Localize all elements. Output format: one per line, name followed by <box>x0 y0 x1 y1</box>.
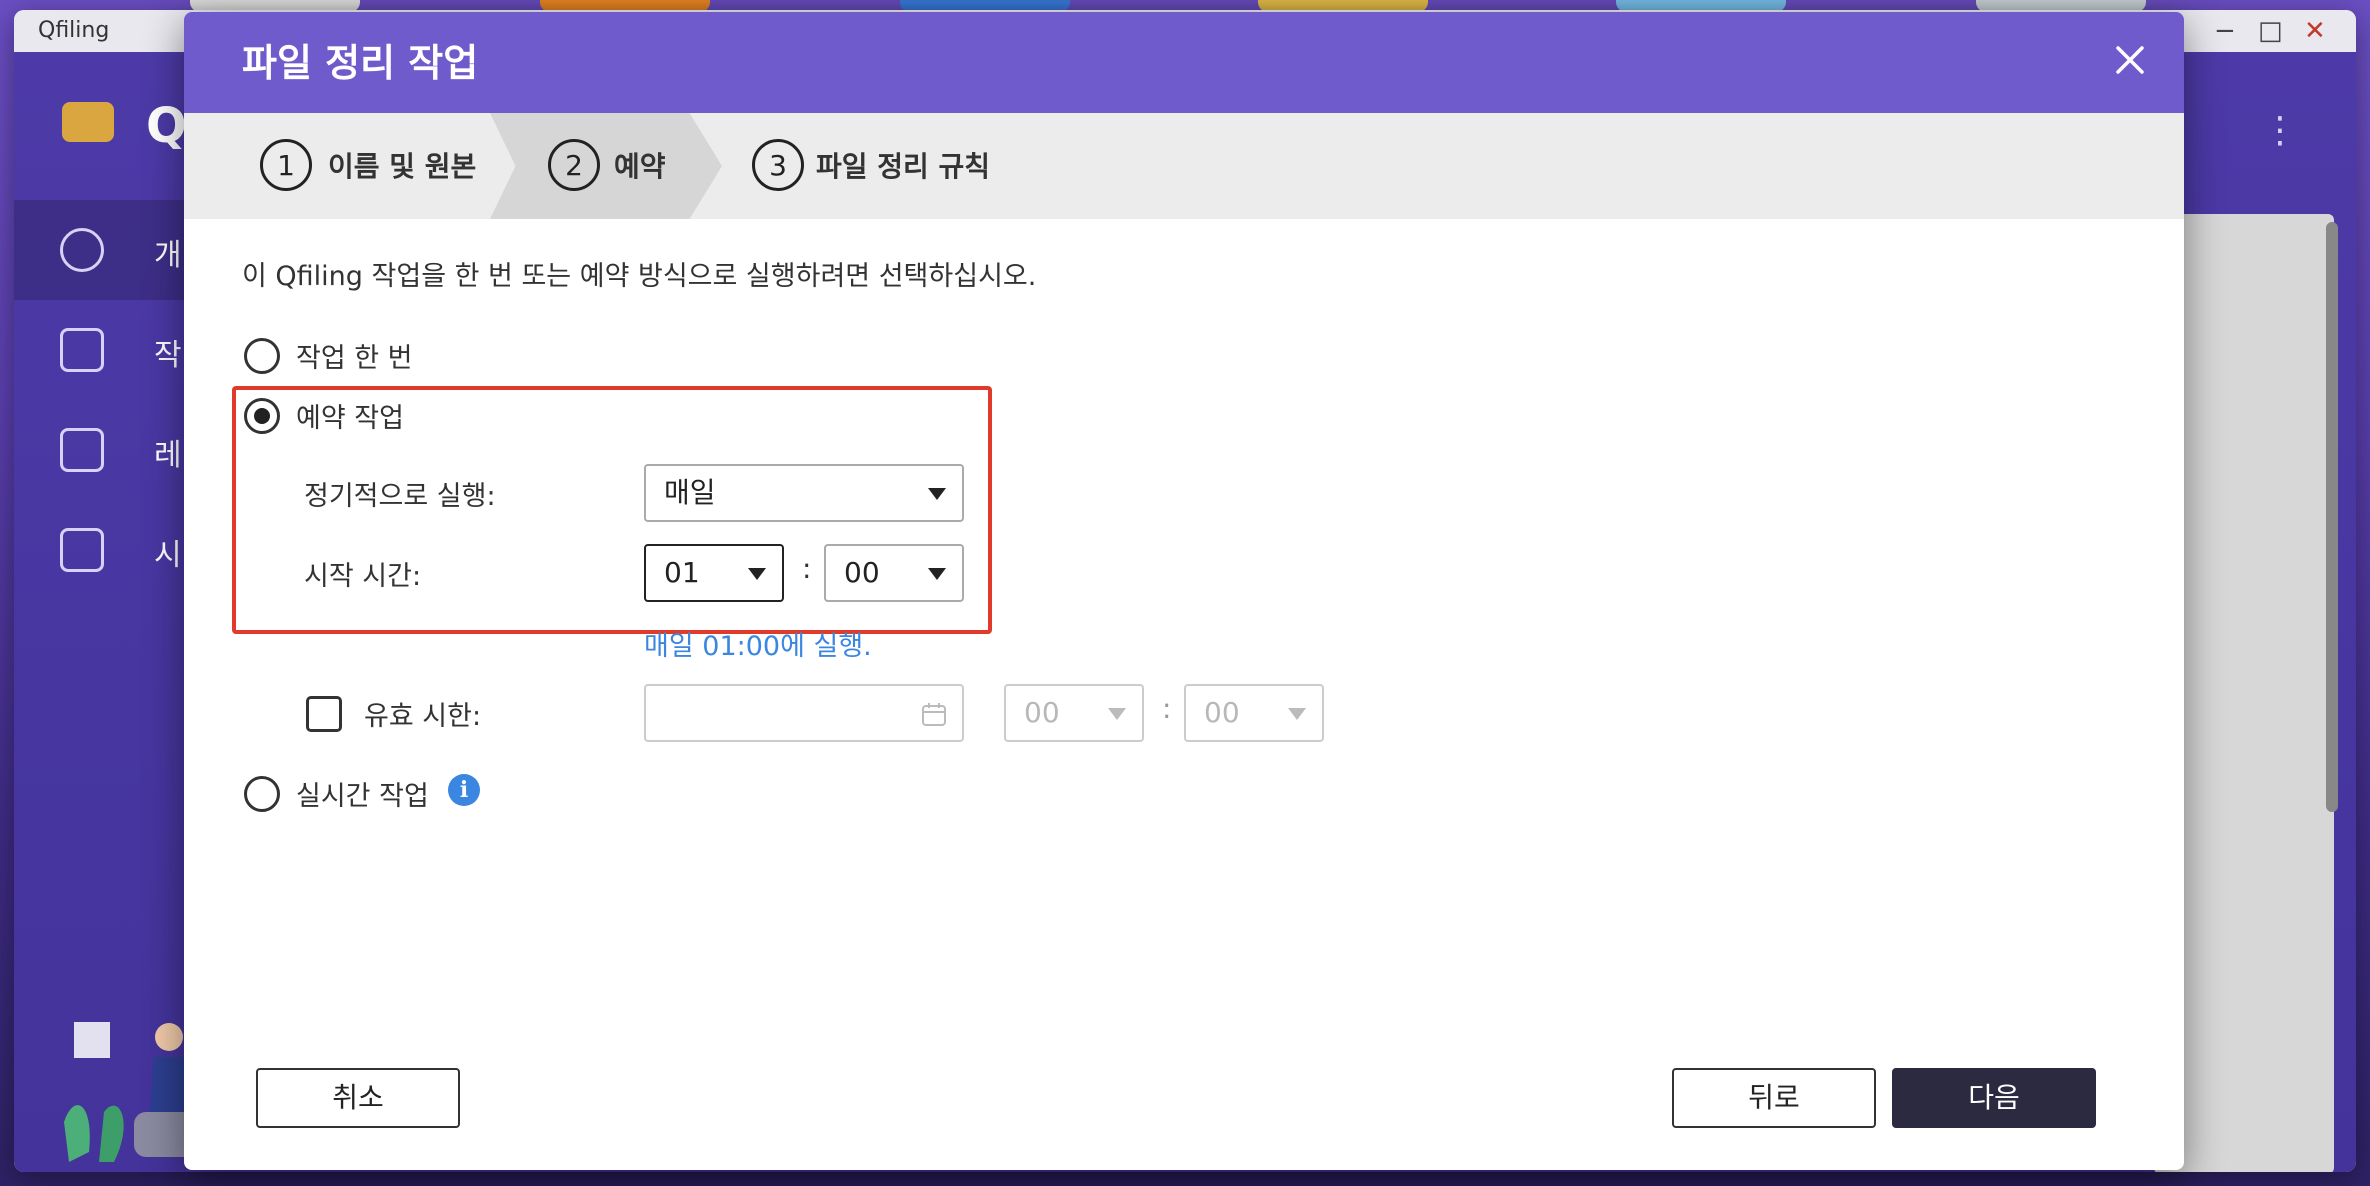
step-number: 2 <box>548 139 600 191</box>
dialog-title: 파일 정리 작업 <box>242 41 479 85</box>
repeat-label: 정기적으로 실행: <box>304 481 496 512</box>
start-minute-value: 00 <box>844 556 880 589</box>
expiry-hour-select[interactable]: 00 <box>1004 684 1144 742</box>
chevron-down-icon <box>1288 708 1306 720</box>
back-button[interactable]: 뒤로 <box>1672 1068 1876 1128</box>
maximize-icon[interactable]: □ <box>2258 16 2283 46</box>
start-hour-value: 01 <box>664 556 700 589</box>
expiry-minute-value: 00 <box>1204 696 1240 729</box>
person-illustration <box>64 1022 204 1162</box>
repeat-frequency-select[interactable]: 매일 <box>644 464 964 522</box>
app-close-icon[interactable]: ✕ <box>2304 16 2326 46</box>
step-label: 이름 및 원본 <box>328 150 477 183</box>
clipboard-icon <box>60 528 104 572</box>
task-list-icon <box>60 328 104 372</box>
step-label: 파일 정리 규칙 <box>816 150 991 183</box>
sidebar-item-label: 레 <box>154 438 182 473</box>
bookmark-icon <box>60 428 104 472</box>
chevron-down-icon <box>928 488 946 500</box>
time-separator: : <box>802 552 812 585</box>
more-menu-icon[interactable]: ⋮ <box>2262 110 2298 151</box>
sidebar-item-overview[interactable]: 개 <box>14 200 194 300</box>
file-organize-task-dialog: 파일 정리 작업 1 이름 및 원본 2 예약 3 파일 정리 규칙 이 Qfi… <box>184 12 2184 1170</box>
calendar-icon <box>922 703 946 726</box>
time-separator: : <box>1162 692 1172 725</box>
intro-text: 이 Qfiling 작업을 한 번 또는 예약 방식으로 실행하려면 선택하십시… <box>242 261 1037 292</box>
minimize-icon[interactable]: − <box>2214 16 2236 46</box>
radio-scheduled[interactable] <box>244 398 280 434</box>
expiry-checkbox[interactable] <box>306 696 342 732</box>
sidebar-item-tasks[interactable]: 작 <box>14 300 194 400</box>
sidebar-item-label: 시 <box>154 538 182 573</box>
cancel-button[interactable]: 취소 <box>256 1068 460 1128</box>
sidebar-item-label: 개 <box>154 238 182 273</box>
sidebar-item-labels[interactable]: 레 <box>14 400 194 500</box>
wizard-steps: 1 이름 및 원본 2 예약 3 파일 정리 규칙 <box>184 113 2184 219</box>
step-number: 3 <box>752 139 804 191</box>
radio-realtime-label: 실시간 작업 <box>296 781 429 812</box>
app-logo-text: Q <box>146 98 187 154</box>
chevron-down-icon <box>1108 708 1126 720</box>
close-dialog-button[interactable] <box>2106 36 2154 84</box>
expiry-minute-select[interactable]: 00 <box>1184 684 1324 742</box>
active-step-highlight <box>490 113 722 219</box>
next-button[interactable]: 다음 <box>1892 1068 2096 1128</box>
step-number: 1 <box>260 139 312 191</box>
speedometer-icon <box>60 228 104 272</box>
qfiling-logo-icon <box>62 102 114 142</box>
expiry-hour-value: 00 <box>1024 696 1060 729</box>
radio-run-once[interactable] <box>244 338 280 374</box>
info-icon[interactable]: i <box>448 774 480 806</box>
chevron-down-icon <box>748 568 766 580</box>
start-minute-select[interactable]: 00 <box>824 544 964 602</box>
radio-realtime[interactable] <box>244 776 280 812</box>
repeat-frequency-value: 매일 <box>664 476 716 509</box>
expiry-date-input[interactable] <box>644 684 964 742</box>
sidebar-item-label: 작 <box>154 338 182 373</box>
start-hour-select[interactable]: 01 <box>644 544 784 602</box>
dialog-header: 파일 정리 작업 <box>184 12 2184 113</box>
chevron-down-icon <box>928 568 946 580</box>
schedule-summary-hint: 매일 01:00에 실행. <box>644 631 872 662</box>
step-label: 예약 <box>614 150 666 183</box>
expiry-label: 유효 시한: <box>364 701 482 732</box>
app-title: Qfiling <box>38 18 110 43</box>
start-time-label: 시작 시간: <box>304 561 422 592</box>
scrollbar[interactable] <box>2326 222 2338 812</box>
radio-run-once-label: 작업 한 번 <box>296 343 413 374</box>
radio-scheduled-label: 예약 작업 <box>296 403 404 434</box>
close-icon <box>2116 46 2144 74</box>
sidebar-item-logs[interactable]: 시 <box>14 500 194 600</box>
